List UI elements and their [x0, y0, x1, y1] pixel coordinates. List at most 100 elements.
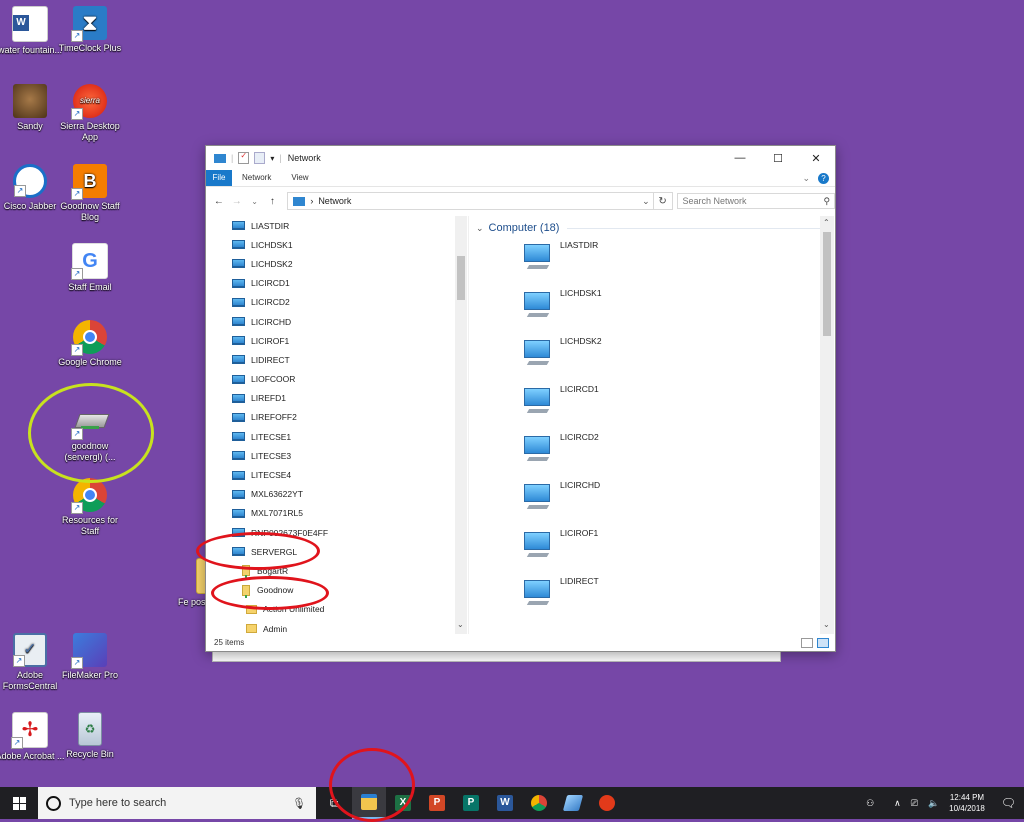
computer-item[interactable]: LICHDSK2 — [472, 336, 820, 384]
nav-item[interactable]: LICIRCD2 — [206, 293, 468, 312]
nav-item[interactable]: LICHDSK1 — [206, 235, 468, 254]
content-pane: ⌄ Computer (18) LIASTDIR LICHDSK1 LICHDSK2… — [472, 216, 820, 634]
forms-icon: ✓ ↗ — [13, 633, 47, 667]
nav-item[interactable]: Goodnow — [206, 581, 468, 600]
nav-item[interactable]: LITECSE3 — [206, 446, 468, 465]
desktop-icon-timeclock-plus[interactable]: ⧗ ↗ TimeClock Plus — [52, 6, 128, 54]
task-view-button[interactable]: ⧉ — [316, 787, 352, 819]
search-input[interactable]: Search Network ⚲ — [676, 193, 836, 209]
desktop-icon-goodnow-staff-blog[interactable]: B ↗ Goodnow Staff Blog — [52, 164, 128, 223]
properties-icon[interactable]: ✓ — [238, 151, 250, 164]
computer-item[interactable]: LIASTDIR — [472, 240, 820, 288]
network-status-icon[interactable]: ⎚ — [911, 798, 918, 809]
taskbar-excel[interactable]: X — [386, 787, 420, 819]
folder-icon — [246, 624, 257, 634]
start-button[interactable] — [0, 787, 38, 819]
tab-network[interactable]: Network — [232, 170, 281, 186]
nav-item[interactable]: MXL63622YT — [206, 485, 468, 504]
nav-item[interactable]: LIREFD1 — [206, 389, 468, 408]
chrome-icon — [531, 795, 547, 811]
content-scrollbar-thumb[interactable] — [823, 232, 831, 336]
taskbar-publisher[interactable]: P — [454, 787, 488, 819]
details-view-icon[interactable] — [801, 637, 813, 648]
large-icons-view-icon[interactable] — [817, 637, 829, 648]
nav-item[interactable]: LIASTDIR — [206, 216, 468, 235]
desktop-icon-resources-for-staff[interactable]: ↗ Resources for Staff — [52, 478, 128, 537]
computer-item[interactable]: LICIRCHD — [472, 480, 820, 528]
nav-item[interactable]: LICHDSK2 — [206, 254, 468, 273]
taskbar-word[interactable]: W — [488, 787, 522, 819]
nav-item[interactable]: LITECSE4 — [206, 465, 468, 484]
nav-item[interactable]: Admin — [206, 619, 468, 634]
separator: | — [279, 153, 282, 163]
nav-item-label: LIASTDIR — [251, 220, 290, 231]
nav-item[interactable]: LICIROF1 — [206, 331, 468, 350]
computer-item[interactable]: LICIRCD1 — [472, 384, 820, 432]
volume-icon[interactable]: 🔈 — [928, 798, 939, 809]
nav-item[interactable]: BogartR — [206, 561, 468, 580]
nav-item[interactable]: MXL7071RL5 — [206, 504, 468, 523]
scroll-down-icon[interactable]: ⌄ — [823, 620, 830, 629]
desktop-icon-partial-folder[interactable]: Fe post — [172, 558, 208, 608]
desktop-icon-goodnow-drive[interactable]: ↗ goodnow (servergl) (... — [52, 404, 128, 463]
nav-scrollbar-thumb[interactable] — [457, 256, 465, 300]
nav-item[interactable]: LIREFOFF2 — [206, 408, 468, 427]
expand-ribbon-icon[interactable]: ⌄ — [802, 173, 810, 184]
up-button[interactable]: ↑ — [263, 196, 281, 207]
nav-item-label: LICHDSK2 — [251, 258, 293, 269]
nav-item[interactable]: LIOFCOOR — [206, 370, 468, 389]
computer-item[interactable]: LIDIRECT — [472, 576, 820, 624]
computer-icon — [522, 340, 552, 370]
customize-toolbar-icon[interactable]: ▾ — [270, 154, 274, 163]
desktop-icon-recycle-bin[interactable]: ♻ Recycle Bin — [52, 712, 128, 760]
nav-item[interactable]: LIDIRECT — [206, 350, 468, 369]
computer-item[interactable]: LICHDSK1 — [472, 288, 820, 336]
group-header[interactable]: ⌄ Computer (18) — [472, 216, 820, 240]
new-folder-icon[interactable] — [254, 152, 266, 164]
tab-file[interactable]: File — [206, 170, 232, 186]
network-share-icon — [242, 565, 250, 579]
computer-icon — [232, 278, 245, 288]
nav-item[interactable]: LITECSE1 — [206, 427, 468, 446]
taskbar-file-explorer[interactable] — [352, 787, 386, 819]
desktop-icon-filemaker-pro[interactable]: ↗ FileMaker Pro — [52, 633, 128, 681]
taskbar-search-box[interactable]: Type here to search 🎙 — [38, 787, 316, 819]
nav-item[interactable]: LICIRCD1 — [206, 274, 468, 293]
forward-button[interactable]: → — [228, 196, 246, 207]
maximize-button[interactable]: ☐ — [759, 146, 797, 170]
desktop-icon-google-chrome[interactable]: ↗ Google Chrome — [52, 320, 128, 368]
scroll-down-icon[interactable]: ⌄ — [457, 620, 464, 629]
recent-locations-icon[interactable]: ⌄ — [246, 197, 264, 206]
address-bar[interactable]: › Network ⌄ — [287, 192, 654, 210]
back-button[interactable]: ← — [210, 196, 228, 207]
nav-scrollbar[interactable]: ⌄ — [455, 216, 467, 634]
chevron-down-icon[interactable]: ⌄ — [639, 196, 653, 207]
notifications-icon[interactable]: 🗨 — [1001, 796, 1016, 810]
scroll-up-icon[interactable]: ⌃ — [823, 218, 830, 227]
taskbar-chrome[interactable] — [522, 787, 556, 819]
nav-item[interactable]: Action Unlimited — [206, 600, 468, 619]
taskbar-app-blue[interactable] — [556, 787, 590, 819]
content-scrollbar[interactable]: ⌃ ⌄ — [820, 216, 834, 634]
desktop-icon-sierra[interactable]: sierra ↗ Sierra Desktop App — [52, 84, 128, 143]
minimize-button[interactable]: — — [721, 146, 759, 170]
computer-item[interactable]: LICIRCD2 — [472, 432, 820, 480]
people-icon[interactable]: ⚇ — [866, 798, 874, 809]
desktop-icon-staff-email[interactable]: G ↗ Staff Email — [52, 243, 128, 293]
microphone-icon[interactable]: 🎙 — [292, 797, 306, 810]
show-hidden-icons[interactable]: ∧ — [894, 798, 901, 809]
nav-item[interactable]: RNP002673F0E4FF — [206, 523, 468, 542]
tab-view[interactable]: View — [281, 170, 318, 186]
help-icon[interactable]: ? — [818, 172, 829, 184]
nav-item[interactable]: LICIRCHD — [206, 312, 468, 331]
desktop-icon-label: TimeClock Plus — [58, 43, 122, 53]
collapse-group-icon[interactable]: ⌄ — [476, 223, 484, 234]
nav-item[interactable]: SERVERGL — [206, 542, 468, 561]
nav-item-label: LICHDSK1 — [251, 239, 293, 250]
taskbar-powerpoint[interactable]: P — [420, 787, 454, 819]
clock[interactable]: 12:44 PM 10/4/2018 — [949, 792, 985, 814]
computer-item[interactable]: LICIROF1 — [472, 528, 820, 576]
refresh-button[interactable]: ↻ — [653, 192, 673, 210]
taskbar-sierra[interactable] — [590, 787, 624, 819]
close-button[interactable]: ✕ — [797, 146, 835, 170]
